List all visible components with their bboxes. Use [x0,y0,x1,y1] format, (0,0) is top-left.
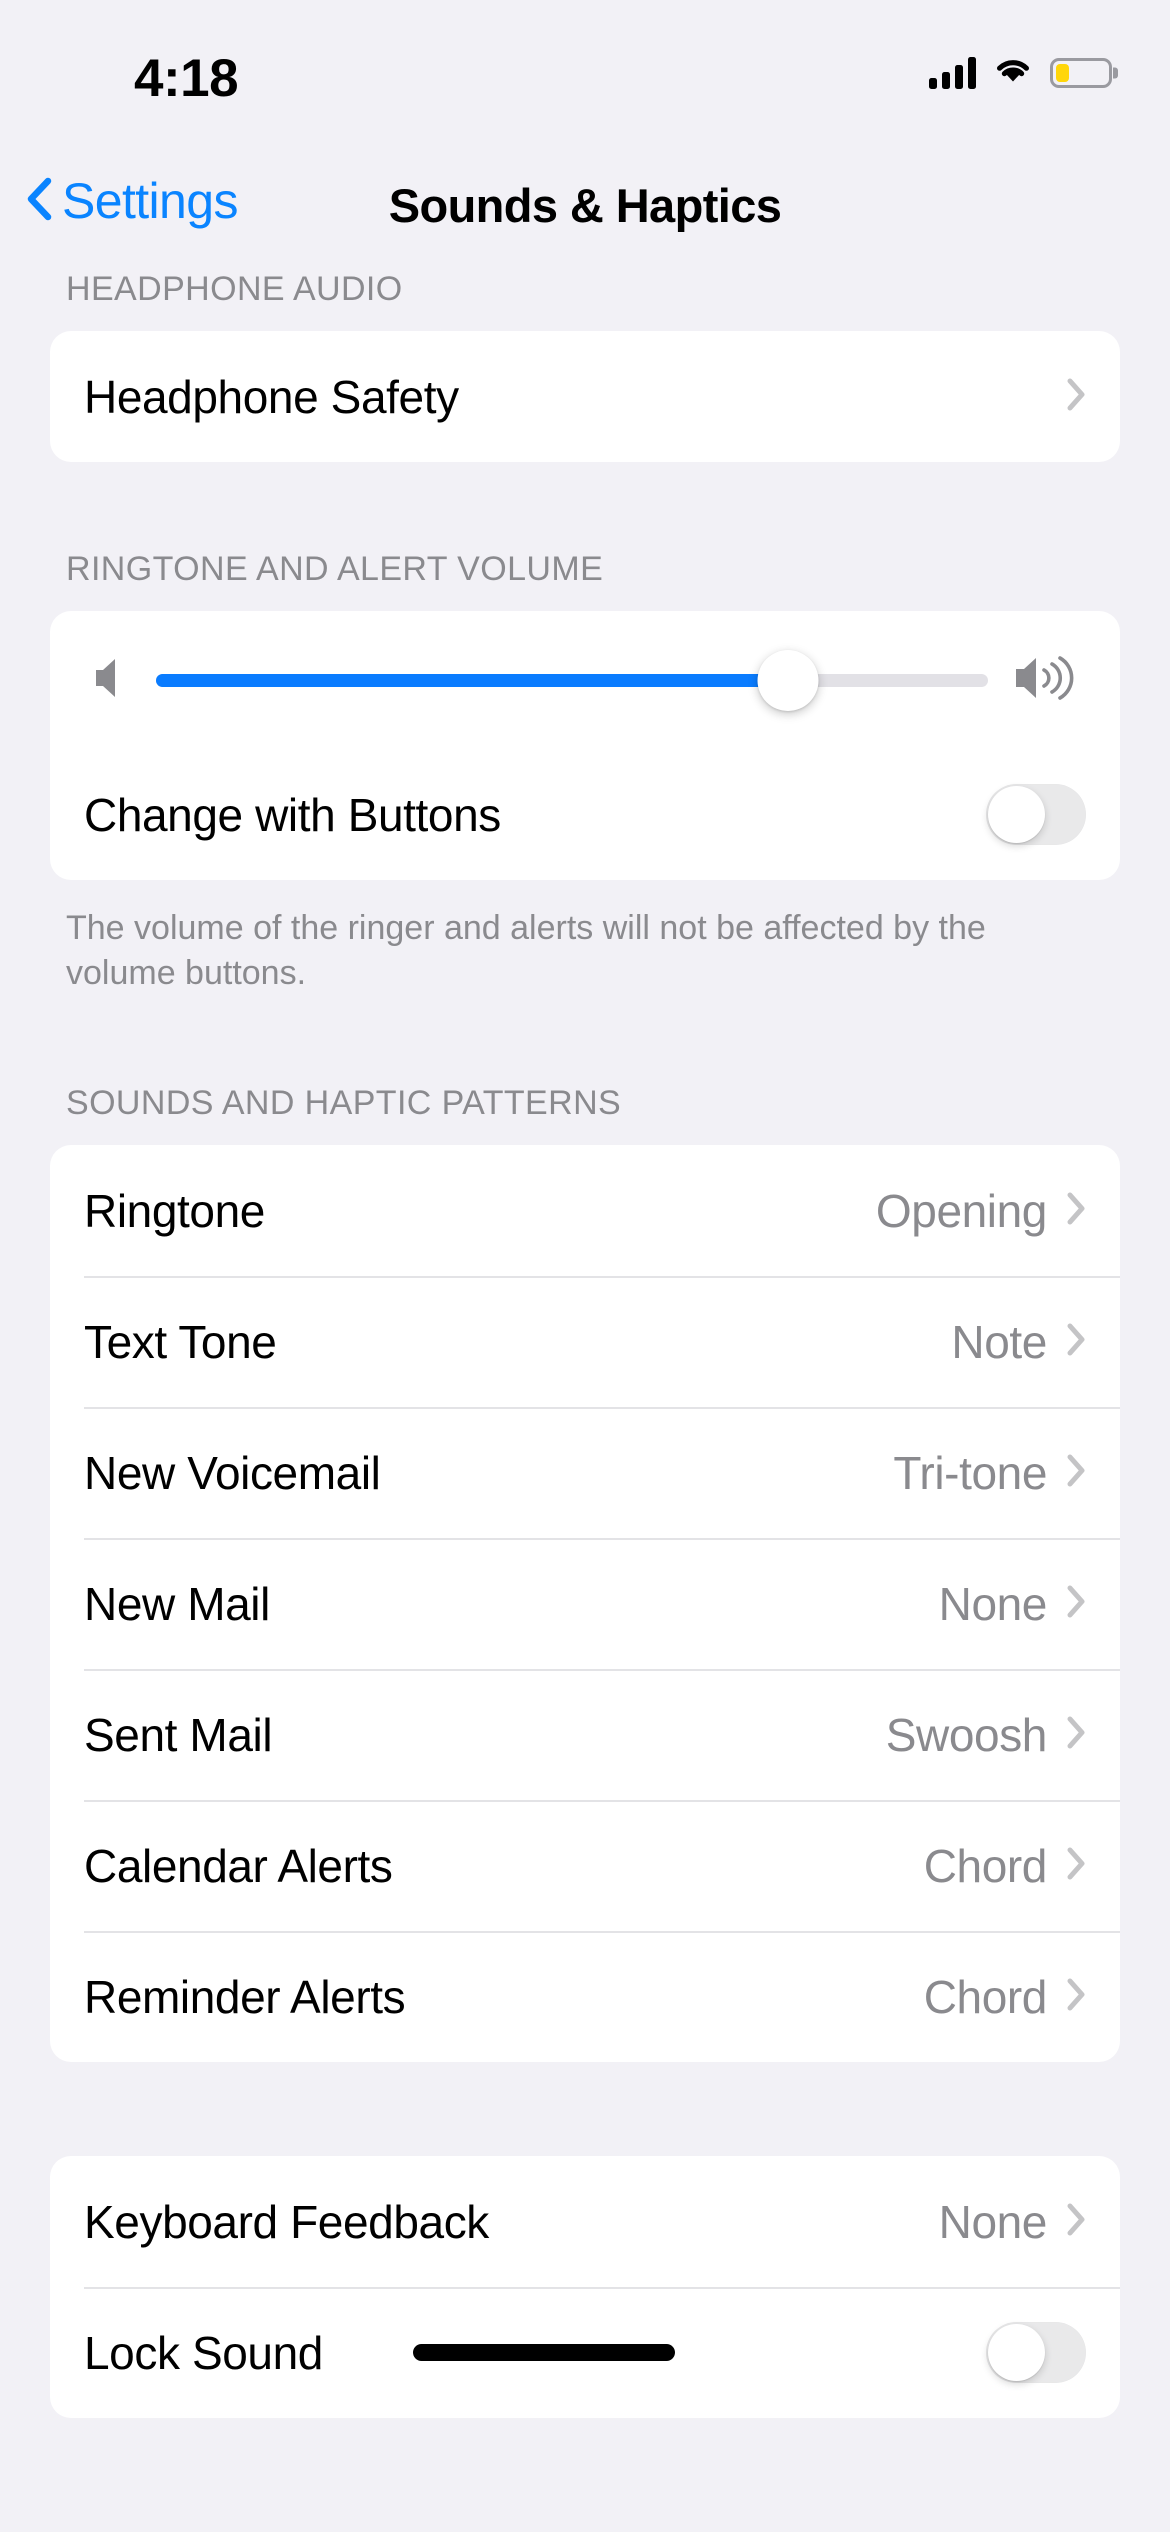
chevron-right-icon [1067,1585,1086,1623]
battery-icon [1050,57,1112,88]
row-label: Headphone Safety [84,370,459,423]
row-label: Reminder Alerts [84,1970,406,2023]
lock-sound-toggle[interactable] [986,2322,1086,2384]
toggle-knob [988,2324,1045,2382]
chevron-right-icon [1067,1454,1086,1492]
slider-fill [156,673,789,687]
cellular-signal-icon [929,56,976,89]
row-label: Lock Sound [84,2326,323,2379]
page-title: Sounds & Haptics [388,179,782,232]
slider-thumb[interactable] [757,649,819,711]
section-footer-ringtone-volume: The volume of the ringer and alerts will… [66,909,986,993]
row-label: New Voicemail [84,1446,381,1499]
toggle-knob [988,786,1045,843]
row-calendar-alerts[interactable]: Calendar Alerts Chord [50,1800,1120,1931]
row-value: Tri-tone [893,1446,1047,1499]
row-value: Opening [875,1184,1048,1237]
row-label: Text Tone [84,1315,277,1368]
wifi-icon [993,55,1033,90]
change-with-buttons-toggle[interactable] [986,784,1086,845]
chevron-right-icon [1067,378,1086,416]
speaker-low-icon [94,657,130,704]
row-new-voicemail[interactable]: New Voicemail Tri-tone [50,1407,1120,1538]
row-value: Chord [923,1839,1048,1892]
row-value: None [938,1577,1048,1630]
row-label: Sent Mail [84,1708,273,1761]
section-card-ringtone-volume: Change with Buttons [50,611,1120,880]
row-value: Note [951,1315,1047,1368]
section-card-keyboard-lock: Keyboard Feedback None Lock Sound [50,2156,1120,2419]
speaker-high-icon [1014,654,1076,707]
chevron-right-icon [1067,1716,1086,1754]
chevron-right-icon [1067,1192,1086,1230]
row-sent-mail[interactable]: Sent Mail Swoosh [50,1669,1120,1800]
row-value: Chord [923,1970,1048,2023]
row-headphone-safety[interactable]: Headphone Safety [50,331,1120,462]
row-label: Calendar Alerts [84,1839,393,1892]
section-card-sounds-haptic-patterns: Ringtone Opening Text Tone Note New Voic… [50,1145,1120,2063]
section-header-sounds-haptic-patterns: SOUNDS AND HAPTIC PATTERNS [66,1084,622,1123]
row-label: Ringtone [84,1184,265,1237]
row-value: Swoosh [885,1708,1048,1761]
row-label: Keyboard Feedback [84,2195,489,2248]
section-header-headphone-audio: HEADPHONE AUDIO [66,270,403,308]
row-ringtone[interactable]: Ringtone Opening [50,1145,1120,1276]
chevron-right-icon [1067,2203,1086,2241]
row-new-mail[interactable]: New Mail None [50,1538,1120,1669]
row-label: Change with Buttons [84,788,501,841]
chevron-right-icon [1067,1323,1086,1361]
section-header-ringtone-volume: RINGTONE AND ALERT VOLUME [66,550,604,588]
row-text-tone[interactable]: Text Tone Note [50,1276,1120,1407]
navigation-bar: Settings Sounds & Haptics [0,150,1170,270]
status-bar: 4:18 [0,0,1170,150]
iphone-screen: 4:18 Settings Sounds & Haptics HEADPHONE… [0,0,1170,2532]
chevron-right-icon [1067,1847,1086,1885]
row-volume-slider [50,611,1120,749]
chevron-right-icon [1067,1978,1086,2016]
settings-list: HEADPHONE AUDIO Headphone Safety RINGTON… [0,270,1170,2419]
row-reminder-alerts[interactable]: Reminder Alerts Chord [50,1931,1120,2062]
row-lock-sound[interactable]: Lock Sound [50,2287,1120,2418]
status-bar-time: 4:18 [134,49,239,108]
row-keyboard-feedback[interactable]: Keyboard Feedback None [50,2156,1120,2287]
status-bar-indicators [929,55,1112,90]
volume-slider[interactable] [156,649,988,711]
row-value: None [938,2195,1048,2248]
black-stroke-mark-annotation [413,2344,675,2362]
section-card-headphone-audio: Headphone Safety [50,331,1120,462]
row-label: New Mail [84,1577,270,1630]
row-change-with-buttons[interactable]: Change with Buttons [50,749,1120,880]
